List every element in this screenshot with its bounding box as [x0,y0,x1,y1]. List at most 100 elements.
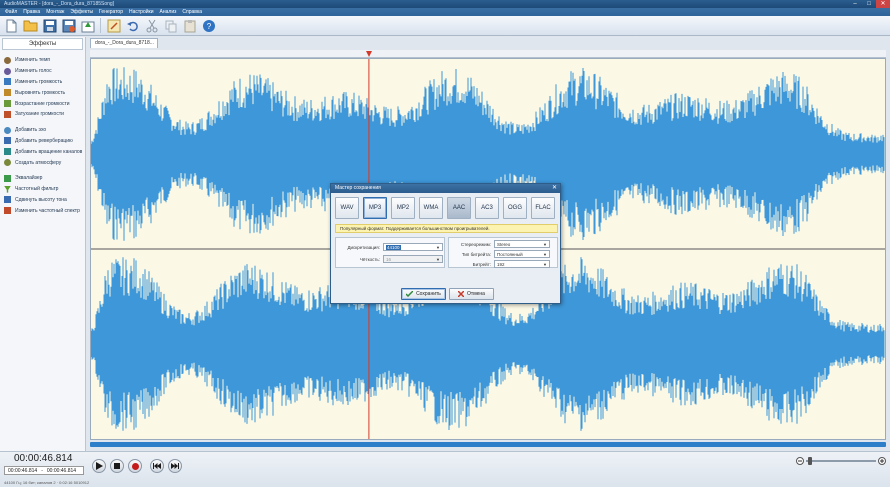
bitrate-type-label: Тип битрейта: [461,251,491,257]
copy-icon[interactable] [162,17,179,34]
fast-forward-icon [171,463,179,469]
play-button[interactable] [92,459,106,473]
menu-settings[interactable]: Настройки [126,8,157,16]
save-icon[interactable] [41,17,58,34]
format-selector: WAV MP3 MP2 WMA AAC AC3 OGG FLAC [335,197,555,219]
bitrate-type-select[interactable]: Постоянный ▼ [494,250,550,258]
play-icon [95,462,103,470]
bitrate-type-row: Тип битрейта: Постоянный ▼ [451,250,550,258]
format-mp2-button[interactable]: MP2 [391,197,415,219]
help-icon[interactable]: ? [200,17,217,34]
export-icon[interactable] [79,17,96,34]
selection-separator: - [41,468,43,474]
bitrate-select[interactable]: 192 ▼ [494,260,550,268]
cancel-button[interactable]: Отмена [449,288,494,300]
menu-bar: Файл Правка Монтаж Эффекты Генератор Нас… [0,8,890,16]
sidebar-item-rotate-channels[interactable]: Добавить вращение каналов [0,146,85,157]
stereo-select[interactable]: Stereo ▼ [494,240,550,248]
sidebar-item-spectrum[interactable]: Изменить частотный спектр [0,205,85,216]
menu-montage[interactable]: Монтаж [43,8,67,16]
sidebar-item-fade-out[interactable]: Затухание громкости [0,109,85,120]
format-flac-button[interactable]: FLAC [531,197,555,219]
menu-analysis[interactable]: Анализ [157,8,180,16]
chevron-down-icon: ▼ [543,252,547,257]
chevron-down-icon: ▼ [543,242,547,247]
timeline-ruler[interactable] [90,50,886,58]
zoom-track[interactable] [806,460,876,462]
format-ac3-button[interactable]: AC3 [475,197,499,219]
chevron-down-icon: ▼ [436,257,440,262]
format-mp3-button[interactable]: MP3 [363,197,387,219]
bitrate-row: Битрейт: 192 ▼ [451,260,550,268]
sidebar-item-echo[interactable]: Добавить эхо [0,125,85,136]
echo-icon [4,126,11,134]
clarity-row: Чёткость: 16 ▼ [338,255,443,263]
format-wav-button[interactable]: WAV [335,197,359,219]
rewind-button[interactable] [150,459,164,473]
close-window-button[interactable]: ✕ [876,0,890,8]
sidebar-item-voice[interactable]: Изменить голос [0,66,85,77]
new-file-icon[interactable] [3,17,20,34]
stop-button[interactable] [110,459,124,473]
paste-icon[interactable] [181,17,198,34]
save-as-icon[interactable] [60,17,77,34]
equalizer-icon [4,174,11,182]
undo-icon[interactable] [124,17,141,34]
title-bar: AudioMASTER - [dora_-_Dora_dura_87185Son… [0,0,890,8]
sidebar-item-tempo[interactable]: Изменить темп [0,55,85,66]
atmosphere-icon [4,159,11,167]
sidebar-item-label: Изменить громкость [15,78,63,85]
window-title: AudioMASTER - [dora_-_Dora_dura_87185Son… [4,1,115,7]
sidebar-item-frequency-filter[interactable]: Частотный фильтр [0,184,85,195]
format-description: Популярный формат. Поддерживается больши… [335,224,558,233]
menu-help[interactable]: Справка [179,8,205,16]
effects-sidebar: Эффекты Изменить темп Изменить голос Изм… [0,37,86,451]
svg-text:?: ? [206,22,211,31]
status-bar: 44100 Гц; 16 бит; каналов 2 · 0:02:16 50… [4,480,90,485]
zoom-in-icon[interactable] [878,457,886,465]
zoom-slider-handle[interactable] [808,457,812,465]
sidebar-item-equalizer[interactable]: Эквалайзер [0,173,85,184]
bitrate-value: 192 [497,262,505,267]
sidebar-item-pitch-shift[interactable]: Сдвинуть высоту тона [0,195,85,206]
sidebar-item-normalize[interactable]: Выровнять громкость [0,87,85,98]
sidebar-item-label: Добавить вращение каналов [15,148,83,155]
sidebar-item-label: Затухание громкости [15,111,64,118]
zoom-out-icon[interactable] [796,457,804,465]
sidebar-item-volume[interactable]: Изменить громкость [0,77,85,88]
zoom-control [796,456,886,466]
document-tab-label: dora_-_Dora_dura_8718... [95,40,154,46]
selection-end[interactable]: 00:00:46.814 [47,467,76,474]
edit-icon[interactable] [105,17,122,34]
fade-in-icon [4,100,11,108]
menu-file[interactable]: Файл [2,8,20,16]
cut-icon[interactable] [143,17,160,34]
maximize-button[interactable]: □ [862,0,876,8]
sidebar-item-atmosphere[interactable]: Создать атмосферу [0,157,85,168]
format-ogg-button[interactable]: OGG [503,197,527,219]
sampling-row: Дискретизация: 44100 ▼ [338,243,443,251]
sidebar-item-fade-in[interactable]: Возрастание громкости [0,98,85,109]
horizontal-scrollbar[interactable] [90,442,886,447]
stereo-value: Stereo [497,242,511,247]
open-folder-icon[interactable] [22,17,39,34]
sidebar-item-label: Эквалайзер [15,175,43,182]
fast-forward-button[interactable] [168,459,182,473]
cursor-marker-icon[interactable] [366,51,372,58]
sampling-select[interactable]: 44100 ▼ [383,243,443,251]
format-wma-button[interactable]: WMA [419,197,443,219]
save-button[interactable]: Сохранить [401,288,446,300]
menu-edit[interactable]: Правка [20,8,43,16]
sidebar-item-label: Создать атмосферу [15,159,62,166]
record-button[interactable] [128,459,142,473]
minimize-button[interactable]: – [848,0,862,8]
sidebar-item-reverb[interactable]: Добавить реверберацию [0,136,85,147]
menu-generator[interactable]: Генератор [96,8,126,16]
dialog-close-button[interactable]: ✕ [551,185,558,192]
window-controls: – □ ✕ [848,0,890,8]
menu-effects[interactable]: Эффекты [67,8,96,16]
selection-range[interactable]: 00:00:46.814 - 00:00:46.814 [4,466,84,475]
selection-start[interactable]: 00:00:46.814 [8,467,37,474]
document-tab[interactable]: dora_-_Dora_dura_8718... [90,38,158,48]
format-aac-button[interactable]: AAC [447,197,471,219]
